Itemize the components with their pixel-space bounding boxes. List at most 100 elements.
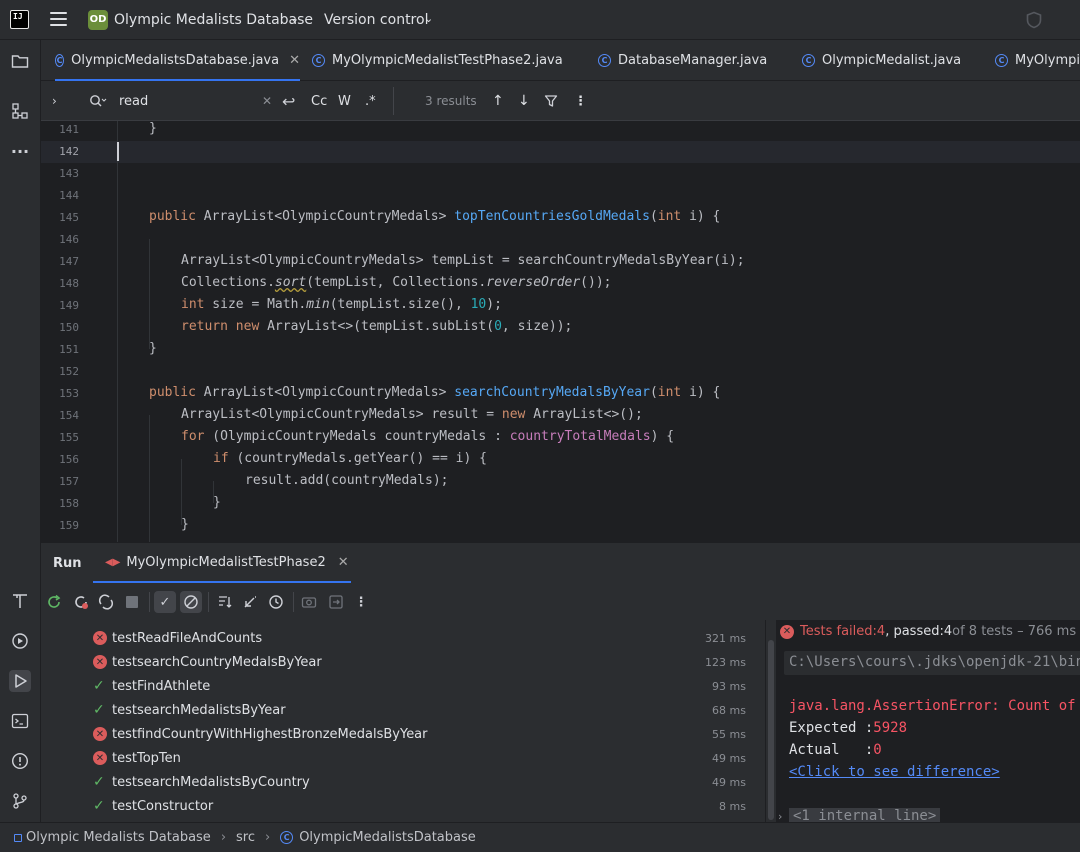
code-editor[interactable]: 141 142 143 144 145 146 147 148 149 150 …: [41, 121, 1080, 542]
intellij-logo[interactable]: IJ: [10, 10, 29, 29]
search-icon[interactable]: [89, 81, 107, 121]
chevron-down-icon[interactable]: ⌄: [424, 12, 433, 25]
breadcrumb-class[interactable]: OlympicMedalistsDatabase: [299, 830, 476, 845]
clear-search-icon[interactable]: ✕: [262, 81, 272, 121]
search-input[interactable]: read: [119, 81, 148, 121]
words-toggle[interactable]: W: [338, 81, 351, 121]
show-passed-toggle[interactable]: ✓: [154, 591, 176, 613]
chevron-down-icon[interactable]: ⌄: [290, 12, 299, 25]
chevron-right-icon: ›: [265, 830, 271, 845]
line-number: 155: [59, 431, 79, 444]
rerun-failed-icon[interactable]: [70, 591, 92, 613]
title-bar: IJ OD Olympic Medalists Database ⌄ Versi…: [0, 0, 1080, 40]
line-number: 154: [59, 409, 79, 422]
class-icon: C: [55, 54, 65, 67]
folder-icon[interactable]: [9, 50, 31, 72]
more-vertical-icon[interactable]: ⋮: [574, 81, 587, 121]
close-icon[interactable]: ✕: [289, 53, 300, 68]
internal-line-fold[interactable]: <1 internal line>: [789, 808, 941, 822]
test-row[interactable]: ✕ testfindCountryWithHighestBronzeMedals…: [41, 722, 765, 746]
camera-icon[interactable]: [298, 591, 320, 613]
editor-tab[interactable]: C OlympicMedalistsDatabase.java ✕: [55, 40, 300, 81]
line-number: 156: [59, 453, 79, 466]
run-title[interactable]: Run: [53, 556, 82, 571]
code-token: (tempList.size(),: [329, 297, 471, 312]
more-vertical-icon[interactable]: ⋮: [350, 591, 372, 613]
breadcrumb-folder[interactable]: src: [236, 830, 255, 845]
project-badge[interactable]: OD: [88, 10, 108, 30]
code-line: int size = Math.min(tempList.size(), 10)…: [181, 297, 502, 312]
test-row[interactable]: ✕ testsearchCountryMedalsByYear 123 ms: [41, 650, 765, 674]
editor-tab[interactable]: C DatabaseManager.java: [598, 40, 767, 81]
git-icon[interactable]: [9, 790, 31, 812]
arrow-down-icon[interactable]: ↓: [518, 81, 530, 121]
problems-icon[interactable]: [9, 750, 31, 772]
tab-label: DatabaseManager.java: [618, 53, 768, 68]
collapse-icon[interactable]: [239, 591, 261, 613]
toggle-auto-test-icon[interactable]: [95, 591, 117, 613]
test-row[interactable]: ✓ testFindAthlete 93 ms: [41, 674, 765, 698]
test-duration: 68 ms: [712, 703, 746, 717]
history-icon[interactable]: [265, 591, 287, 613]
project-name[interactable]: Olympic Medalists Database: [114, 12, 313, 28]
code-token: int: [181, 297, 205, 312]
expand-icon[interactable]: ›: [778, 810, 782, 822]
code-token: ArrayList<>(tempList.subList(: [259, 319, 495, 334]
version-control-menu[interactable]: Version control: [324, 12, 428, 28]
terminal-icon[interactable]: [9, 710, 31, 732]
editor-tab[interactable]: C MyOlympicMedalistTestPhase2.java: [312, 40, 563, 81]
code-line: ArrayList<OlympicCountryMedals> result =…: [181, 407, 643, 422]
editor-tab[interactable]: C MyOlympic: [995, 40, 1080, 81]
test-results-tree: ✕ testReadFileAndCounts 321 ms ✕ testsea…: [41, 620, 765, 822]
code-token: countryTotalMedals: [509, 429, 651, 444]
test-row[interactable]: ✓ testsearchMedalistsByCountry 49 ms: [41, 770, 765, 794]
breadcrumb-project[interactable]: Olympic Medalists Database: [26, 830, 211, 845]
rerun-icon[interactable]: [43, 591, 65, 613]
summary-rest: of 8 tests – 766 ms: [952, 624, 1077, 639]
code-token: new: [235, 319, 260, 334]
see-difference-link[interactable]: <Click to see difference>: [789, 764, 1000, 780]
code-token: for: [181, 429, 205, 444]
test-name: testsearchCountryMedalsByYear: [112, 654, 322, 670]
failed-icon: ✕: [93, 751, 107, 765]
new-line-icon[interactable]: ↩: [282, 81, 295, 121]
arrow-up-icon[interactable]: ↑: [492, 81, 504, 121]
code-token: size = Math.: [204, 297, 307, 312]
failed-icon: ✕: [93, 727, 107, 741]
run-config-tab[interactable]: ◀▶ MyOlympicMedalistTestPhase2 ✕: [93, 543, 351, 583]
scrollbar[interactable]: [768, 640, 774, 820]
test-row[interactable]: ✕ testTopTen 49 ms: [41, 746, 765, 770]
test-row[interactable]: ✕ testReadFileAndCounts 321 ms: [41, 626, 765, 650]
close-icon[interactable]: ✕: [338, 555, 349, 570]
failed-icon: ✕: [780, 624, 794, 639]
editor-tab[interactable]: C OlympicMedalist.java: [802, 40, 961, 81]
code-token: (tempList, Collections.: [306, 275, 487, 290]
line-number: 153: [59, 387, 79, 400]
services-icon[interactable]: [9, 630, 31, 652]
find-bar: › read ✕ ↩ Cc W .* 3 results ↑ ↓ ⋮: [41, 81, 1080, 121]
code-token: searchCountryMedalsByYear: [454, 385, 650, 400]
chevron-right-icon[interactable]: ›: [52, 81, 57, 121]
more-icon[interactable]: ···: [9, 140, 31, 162]
export-icon[interactable]: [325, 591, 347, 613]
console-output[interactable]: ✕ Tests failed: 4, passed: 4 of 8 tests …: [776, 620, 1080, 822]
code-line: return new ArrayList<>(tempList.subList(…: [181, 319, 572, 334]
structure-icon[interactable]: [9, 100, 31, 122]
run-icon[interactable]: [9, 670, 31, 692]
code-token: (: [649, 209, 658, 224]
filter-icon[interactable]: [544, 81, 558, 121]
shield-icon[interactable]: [1025, 11, 1043, 29]
code-token: int: [657, 385, 682, 400]
code-token: 0: [494, 319, 502, 334]
regex-toggle[interactable]: .*: [365, 81, 376, 121]
divider: [393, 87, 394, 115]
test-row[interactable]: ✓ testsearchMedalistsByYear 68 ms: [41, 698, 765, 722]
show-ignored-toggle[interactable]: [180, 591, 202, 613]
hamburger-menu-icon[interactable]: [50, 12, 67, 27]
stop-icon[interactable]: [121, 591, 143, 613]
sort-icon[interactable]: [214, 591, 236, 613]
test-row[interactable]: ✓ testConstructor 8 ms: [41, 794, 765, 818]
build-hammer-icon[interactable]: [9, 590, 31, 612]
results-count: 3 results: [425, 94, 477, 108]
match-case-toggle[interactable]: Cc: [311, 81, 327, 121]
